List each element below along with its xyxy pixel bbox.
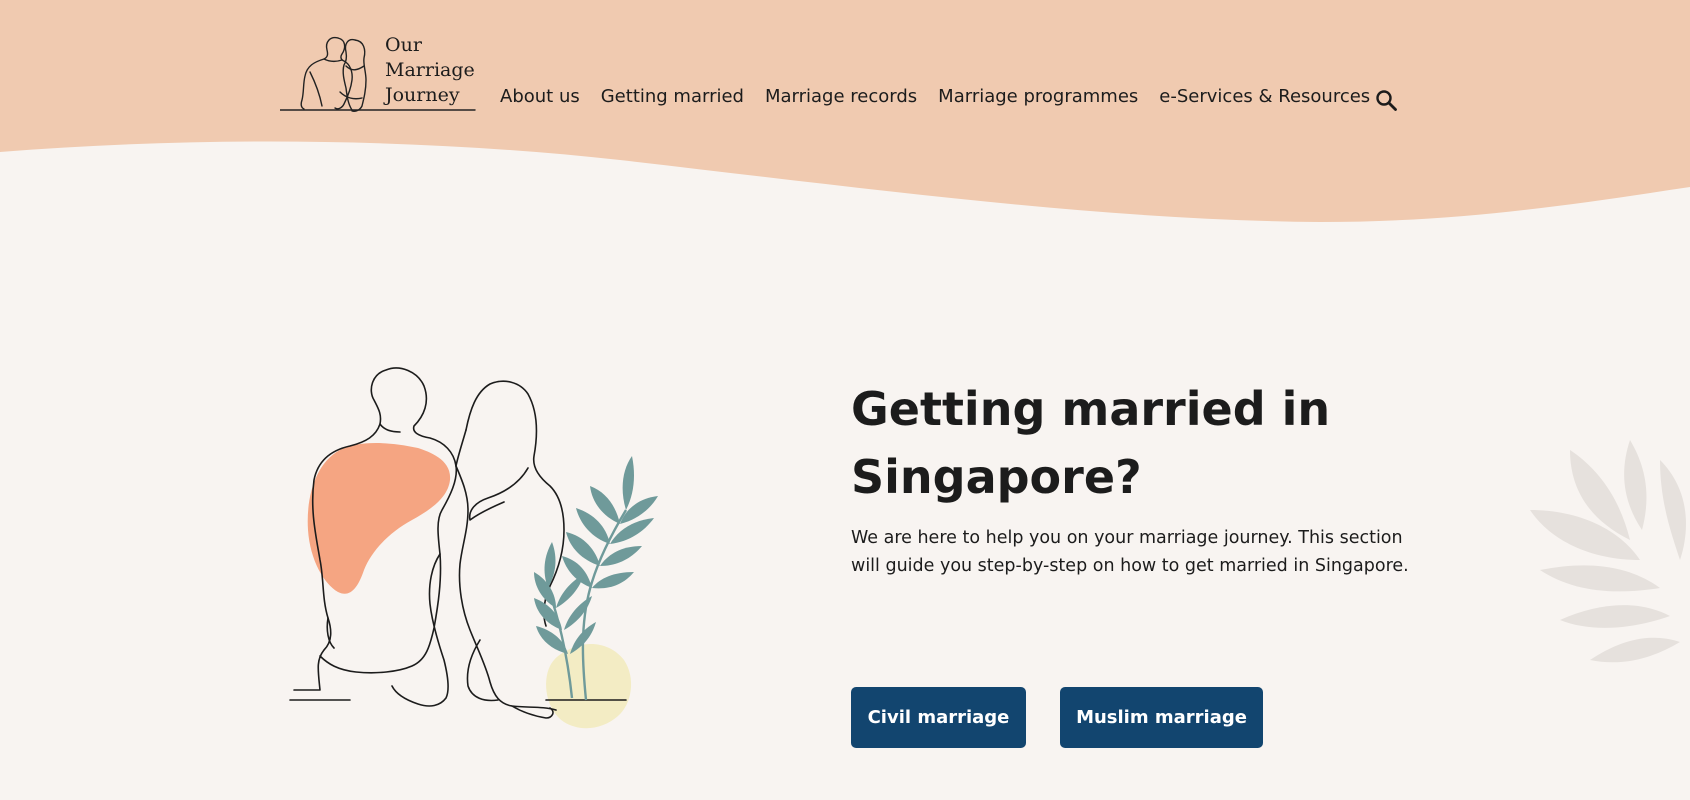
logo-line-journey: Journey: [385, 84, 460, 106]
search-icon[interactable]: [1374, 88, 1398, 112]
hero-description: We are here to help you on your marriage…: [851, 528, 1409, 576]
logo-text[interactable]: Our Marriage Journey: [385, 33, 495, 108]
civil-marriage-button[interactable]: Civil marriage: [851, 687, 1026, 748]
logo-line-our: Our: [385, 34, 422, 56]
page-title: Getting married in Singapore?: [851, 382, 1331, 504]
main-nav: About us Getting married Marriage record…: [500, 86, 1370, 107]
nav-about-us[interactable]: About us: [500, 86, 580, 107]
couple-illustration: [289, 367, 658, 729]
nav-marriage-programmes[interactable]: Marriage programmes: [938, 86, 1138, 107]
nav-marriage-records[interactable]: Marriage records: [765, 86, 917, 107]
header-wave-background: [0, 0, 1690, 800]
nav-e-services-resources[interactable]: e-Services & Resources: [1159, 86, 1370, 107]
logo-line-marriage: Marriage: [385, 59, 475, 81]
nav-getting-married[interactable]: Getting married: [601, 86, 744, 107]
muslim-marriage-button[interactable]: Muslim marriage: [1060, 687, 1263, 748]
leaf-decoration-icon: [1530, 440, 1686, 663]
